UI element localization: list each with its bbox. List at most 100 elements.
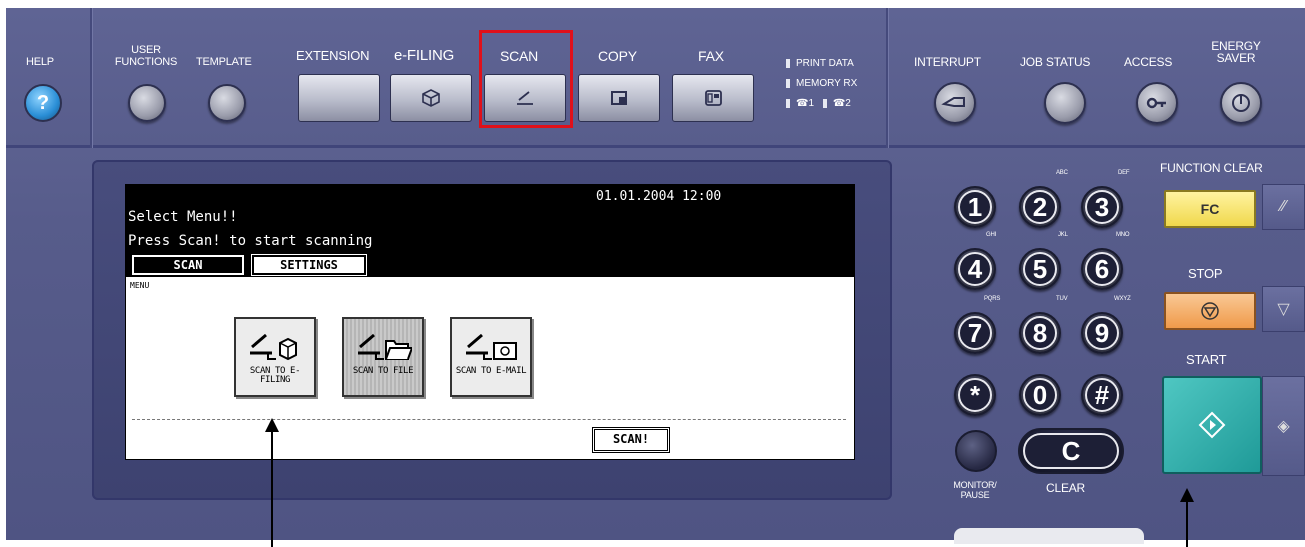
led-icon bbox=[786, 58, 790, 68]
led-icon bbox=[786, 78, 790, 88]
key-hash[interactable]: # bbox=[1081, 374, 1123, 416]
tuv-label: TUV bbox=[1056, 296, 1068, 302]
scan-to-efiling-button[interactable]: SCAN TO E-FILING bbox=[234, 317, 316, 397]
scan-start-button[interactable]: SCAN! bbox=[592, 427, 670, 453]
key-two[interactable]: 2 bbox=[1019, 186, 1061, 228]
efiling-button[interactable] bbox=[390, 74, 472, 122]
wxyz-label: WXYZ bbox=[1114, 296, 1131, 302]
copy-label: COPY bbox=[598, 48, 637, 64]
job-status-button[interactable] bbox=[1044, 82, 1086, 124]
stop-button[interactable] bbox=[1164, 292, 1256, 330]
user-functions-button[interactable] bbox=[128, 84, 166, 122]
copy-button[interactable] bbox=[578, 74, 660, 122]
bottom-slot bbox=[954, 528, 1144, 544]
key-glyph: 2 bbox=[1023, 190, 1057, 224]
key-eight[interactable]: 8 bbox=[1019, 312, 1061, 354]
scan-to-file-button[interactable]: SCAN TO FILE bbox=[342, 317, 424, 397]
key-glyph: 6 bbox=[1085, 252, 1119, 286]
extension-button[interactable] bbox=[298, 74, 380, 122]
monitor-pause-button[interactable] bbox=[955, 430, 997, 472]
print-data-indicator: PRINT DATA bbox=[786, 58, 854, 69]
stop-label: STOP bbox=[1188, 266, 1223, 281]
key-glyph: * bbox=[958, 378, 992, 412]
lcd-header: 01.01.2004 12:00 Select Menu!! Press Sca… bbox=[126, 185, 854, 277]
scan-to-file-icon bbox=[358, 333, 412, 360]
scan-to-email-icon bbox=[466, 333, 517, 360]
pqrs-label: PQRS bbox=[984, 296, 1001, 302]
key-glyph: 8 bbox=[1023, 316, 1057, 350]
energy-saver-label: ENERGY SAVER bbox=[1211, 39, 1261, 65]
key-six[interactable]: 6 bbox=[1081, 248, 1123, 290]
separator bbox=[886, 8, 889, 148]
start-icon bbox=[1198, 411, 1226, 439]
mno-label: MNO bbox=[1116, 232, 1130, 238]
function-clear-side: ⁄⁄ bbox=[1262, 184, 1305, 230]
job-status-label: JOB STATUS bbox=[1020, 55, 1091, 69]
tab-scan[interactable]: SCAN bbox=[132, 255, 244, 275]
start-label: START bbox=[1186, 352, 1227, 367]
scanner-icon bbox=[517, 91, 533, 105]
access-button[interactable] bbox=[1136, 82, 1178, 124]
divider bbox=[132, 419, 846, 420]
key-zero[interactable]: 0 bbox=[1019, 374, 1061, 416]
efiling-label: e-FILING bbox=[394, 47, 455, 64]
key-glyph: 7 bbox=[958, 316, 992, 350]
user-functions-label: USER FUNCTIONS bbox=[114, 44, 178, 68]
key-icon bbox=[1146, 97, 1166, 109]
key-glyph: # bbox=[1085, 378, 1119, 412]
interrupt-button[interactable] bbox=[934, 82, 976, 124]
message-line-1: Select Menu!! bbox=[128, 209, 238, 225]
start-button[interactable] bbox=[1162, 376, 1262, 474]
scan-to-efiling-icon bbox=[250, 333, 297, 361]
function-clear-button[interactable]: FC bbox=[1164, 190, 1256, 228]
scan-mode-button[interactable] bbox=[484, 74, 566, 122]
energy-saver-button[interactable] bbox=[1220, 82, 1262, 124]
power-icon bbox=[1232, 94, 1250, 112]
key-glyph: 4 bbox=[958, 252, 992, 286]
scan-label: SCAN bbox=[500, 48, 539, 64]
menu-label: MENU bbox=[130, 281, 150, 290]
tab-settings[interactable]: SETTINGS bbox=[252, 255, 366, 275]
interrupt-label: INTERRUPT bbox=[914, 55, 981, 69]
clear-key-glyph: C bbox=[1023, 433, 1119, 469]
function-label: SCAN TO E-MAIL bbox=[455, 366, 527, 376]
key-three[interactable]: 3 bbox=[1081, 186, 1123, 228]
key-asterisk[interactable]: * bbox=[954, 374, 996, 416]
clear-button[interactable]: C bbox=[1018, 428, 1124, 474]
scan-to-email-button[interactable]: SCAN TO E-MAIL bbox=[450, 317, 532, 397]
function-clear-label: FUNCTION CLEAR bbox=[1160, 161, 1263, 175]
fax-button[interactable] bbox=[672, 74, 754, 122]
separator bbox=[90, 8, 93, 148]
led-icon bbox=[786, 98, 790, 108]
line2-indicator: ☎2 bbox=[832, 98, 851, 109]
jkl-label: JKL bbox=[1058, 232, 1068, 238]
copy-icon bbox=[611, 91, 627, 105]
key-four[interactable]: 4 bbox=[954, 248, 996, 290]
template-button[interactable] bbox=[208, 84, 246, 122]
datetime-display: 01.01.2004 12:00 bbox=[596, 189, 722, 204]
memory-rx-indicator: MEMORY RX bbox=[786, 78, 857, 89]
extension-label: EXTENSION bbox=[296, 48, 370, 63]
help-button[interactable]: ? bbox=[24, 84, 62, 122]
stop-icon bbox=[1201, 302, 1219, 320]
key-glyph: 1 bbox=[958, 190, 992, 224]
line1-indicator: ☎1 bbox=[796, 98, 815, 109]
key-one[interactable]: 1 bbox=[954, 186, 996, 228]
key-five[interactable]: 5 bbox=[1019, 248, 1061, 290]
lcd-screen: 01.01.2004 12:00 Select Menu!! Press Sca… bbox=[125, 184, 855, 460]
key-nine[interactable]: 9 bbox=[1081, 312, 1123, 354]
function-label: SCAN TO FILE bbox=[352, 366, 414, 376]
fc-key-label: FC bbox=[1200, 201, 1220, 217]
led-icon bbox=[822, 98, 827, 108]
clear-label: CLEAR bbox=[1046, 481, 1086, 495]
monitor-pause-label: MONITOR/ PAUSE bbox=[953, 480, 997, 500]
fax-label: FAX bbox=[698, 48, 724, 64]
stop-side: ▽ bbox=[1262, 286, 1305, 332]
abc-label: ABC bbox=[1056, 170, 1068, 176]
key-seven[interactable]: 7 bbox=[954, 312, 996, 354]
annotation-arrow bbox=[265, 418, 279, 547]
help-label: HELP bbox=[26, 56, 54, 68]
access-label: ACCESS bbox=[1124, 55, 1173, 69]
key-glyph: 0 bbox=[1023, 378, 1057, 412]
key-glyph: 9 bbox=[1085, 316, 1119, 350]
